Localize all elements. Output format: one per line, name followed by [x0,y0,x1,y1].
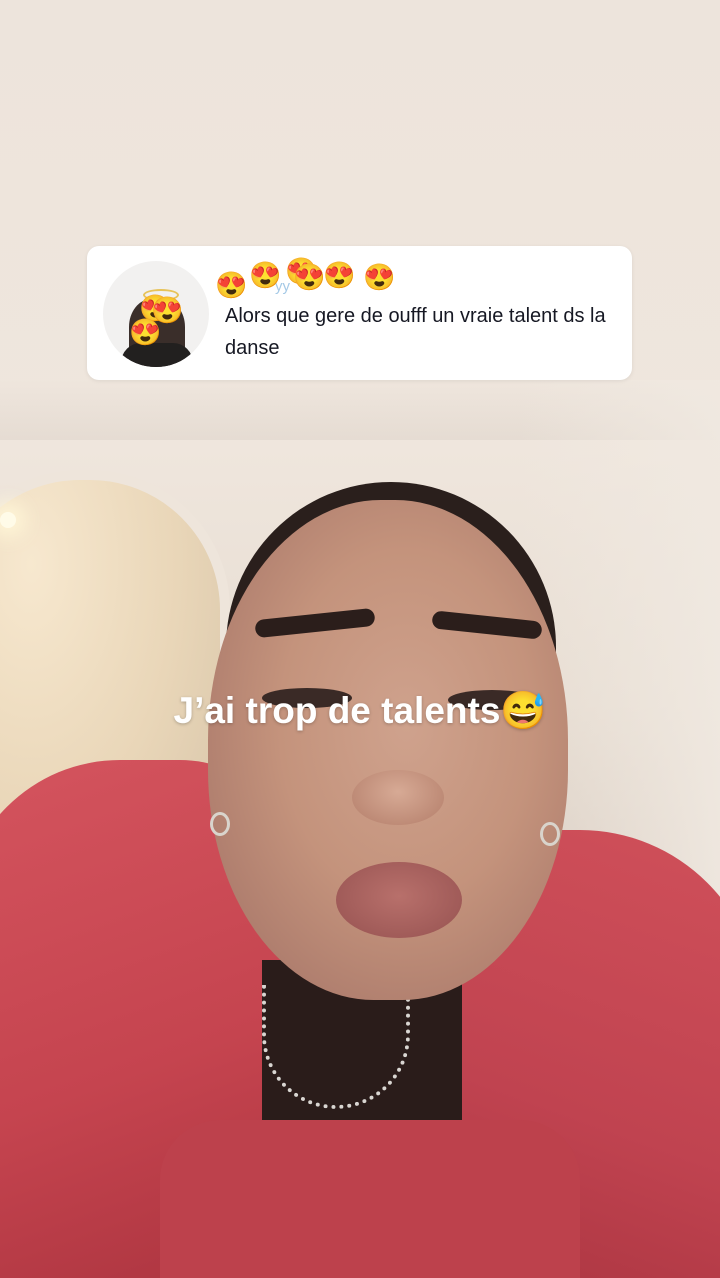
commenter-avatar[interactable]: 😍 😍 😍 [103,261,209,367]
heart-eyes-emoji: 😍 [129,317,162,347]
grinning-sweat-emoji: 😅 [500,690,547,731]
heart-eyes-emoji: 😍 [363,262,396,292]
heart-eyes-emoji: 😍 [323,260,356,290]
commenter-name[interactable]: yy 😍 😍 😍 😍 😍 😍 [215,254,415,298]
video-caption: J’ai trop de talents😅 [0,690,720,733]
reply-comment-text: Alors que gere de oufff un vraie talent … [225,305,606,359]
ceiling-light [0,512,16,528]
nose [352,770,444,825]
reply-comment-card[interactable]: 😍 😍 😍 yy 😍 😍 😍 😍 😍 😍 Alors que gere de o… [87,246,632,380]
hoodie-front [160,1120,580,1278]
left-earring [210,812,230,836]
heart-eyes-emoji: 😍 [249,260,282,290]
right-earring [540,822,560,846]
heart-eyes-emoji: 😍 [215,270,248,300]
lips [336,862,462,938]
video-frame[interactable]: 😍 😍 😍 yy 😍 😍 😍 😍 😍 😍 Alors que gere de o… [0,0,720,1278]
heart-eyes-emoji: 😍 [293,262,326,292]
caption-text: J’ai trop de talents [173,690,501,731]
